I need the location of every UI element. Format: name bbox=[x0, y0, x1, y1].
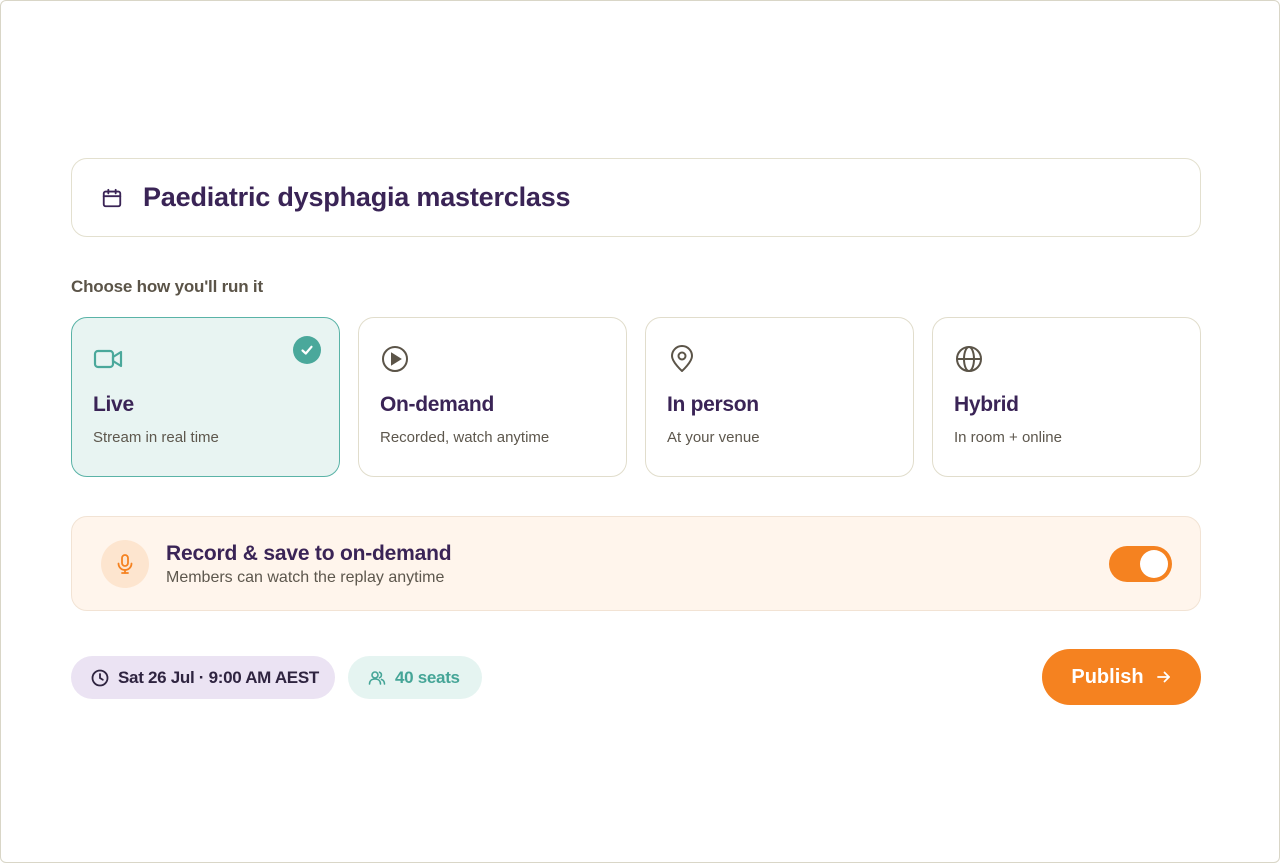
format-option-live[interactable]: Live Stream in real time bbox=[71, 317, 340, 477]
format-option-on-demand[interactable]: On-demand Recorded, watch anytime bbox=[358, 317, 627, 477]
format-option-name: On-demand bbox=[380, 393, 494, 416]
format-option-in-person[interactable]: In person At your venue bbox=[645, 317, 914, 477]
video-camera-icon bbox=[93, 344, 123, 374]
toggle-knob bbox=[1140, 550, 1168, 578]
calendar-icon bbox=[101, 187, 123, 209]
format-option-desc: Stream in real time bbox=[93, 429, 219, 446]
map-pin-icon bbox=[667, 344, 697, 374]
format-option-desc: Recorded, watch anytime bbox=[380, 429, 550, 446]
seats-pill[interactable]: 40 seats bbox=[348, 656, 482, 699]
event-title-card[interactable]: Paediatric dysphagia masterclass bbox=[71, 158, 1201, 237]
format-option-desc: In room + online bbox=[954, 429, 1062, 446]
publish-button[interactable]: Publish bbox=[1042, 649, 1201, 705]
seats-text: 40 seats bbox=[395, 667, 460, 687]
format-option-name: Live bbox=[93, 393, 134, 416]
record-subtitle: Members can watch the replay anytime bbox=[166, 569, 445, 586]
clock-icon bbox=[91, 669, 109, 687]
format-options: Live Stream in real time On-demand Recor… bbox=[71, 317, 1201, 477]
date-time-pill[interactable]: Sat 26 Jul · 9:00 AM AEST bbox=[71, 656, 335, 699]
publish-label: Publish bbox=[1071, 665, 1144, 688]
play-circle-icon bbox=[380, 344, 410, 374]
date-time-text: Sat 26 Jul · 9:00 AM AEST bbox=[118, 667, 319, 687]
check-icon bbox=[293, 336, 321, 364]
record-setting-card: Record & save to on-demand Members can w… bbox=[71, 516, 1201, 611]
format-option-desc: At your venue bbox=[667, 429, 760, 446]
format-section-label: Choose how you'll run it bbox=[71, 277, 263, 296]
globe-icon bbox=[954, 344, 984, 374]
format-option-name: In person bbox=[667, 393, 759, 416]
event-title[interactable]: Paediatric dysphagia masterclass bbox=[143, 182, 571, 213]
format-option-hybrid[interactable]: Hybrid In room + online bbox=[932, 317, 1201, 477]
users-icon bbox=[368, 670, 386, 686]
record-title: Record & save to on-demand bbox=[166, 542, 452, 565]
record-toggle[interactable] bbox=[1109, 546, 1172, 582]
format-option-name: Hybrid bbox=[954, 393, 1019, 416]
arrow-right-icon bbox=[1156, 670, 1172, 684]
microphone-icon bbox=[101, 540, 149, 588]
